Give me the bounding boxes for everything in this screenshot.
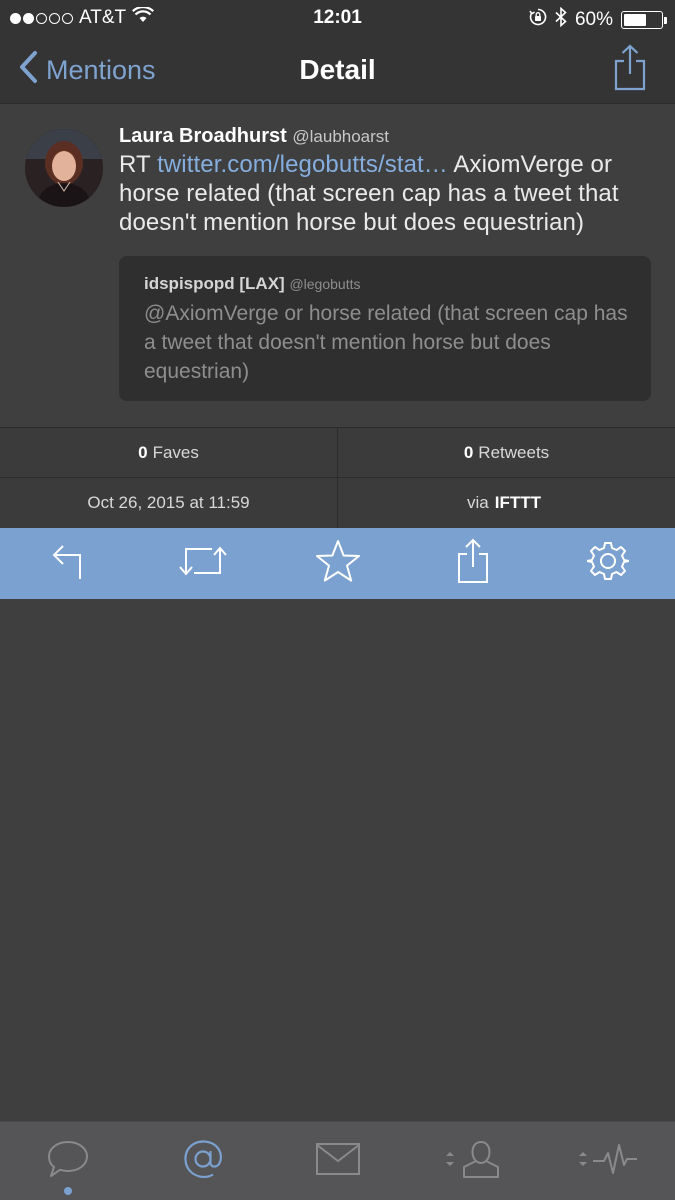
sort-arrows-icon — [578, 1150, 588, 1173]
quoted-author-handle: @legobutts — [289, 276, 361, 292]
tweet-action-bar — [0, 528, 675, 599]
chevron-left-icon — [18, 50, 38, 91]
tab-mentions[interactable] — [153, 1122, 253, 1200]
faves-number: 0 — [138, 442, 148, 462]
retweets-label: Retweets — [478, 442, 550, 462]
settings-button[interactable] — [568, 534, 648, 594]
bluetooth-icon — [555, 6, 567, 33]
speech-bubble-icon — [46, 1139, 90, 1184]
navigation-bar: Mentions Detail — [0, 36, 675, 104]
reply-icon — [50, 541, 86, 586]
tweet-source[interactable]: via IFTTT — [337, 478, 675, 528]
tab-messages[interactable] — [288, 1122, 388, 1200]
meta-row: Oct 26, 2015 at 11:59 via IFTTT — [0, 477, 675, 528]
tab-activity[interactable] — [558, 1122, 658, 1200]
active-tab-indicator — [63, 1186, 72, 1195]
tweet-text-prefix: RT — [119, 151, 158, 178]
share-button[interactable] — [613, 44, 647, 97]
gear-icon — [585, 540, 630, 587]
header: AT&T 12:01 60% Mentions Detail — [0, 0, 675, 104]
tweet-detail: Laura Broadhurst @laubhoarst RT twitter.… — [0, 105, 675, 427]
tweet-text: RT twitter.com/legobutts/stat… AxiomVerg… — [119, 150, 659, 237]
retweets-count[interactable]: 0 Retweets — [337, 428, 675, 477]
tab-profile[interactable] — [423, 1122, 523, 1200]
tweet-date: Oct 26, 2015 at 11:59 — [87, 493, 250, 512]
tab-bar — [0, 1121, 675, 1200]
via-label: via — [467, 493, 489, 512]
faves-label: Faves — [152, 442, 199, 462]
person-icon — [461, 1139, 501, 1184]
orientation-lock-icon — [529, 8, 547, 32]
retweets-number: 0 — [463, 442, 474, 462]
status-bar: AT&T 12:01 60% — [0, 0, 675, 36]
reply-button[interactable] — [28, 534, 108, 594]
envelope-icon — [315, 1142, 361, 1181]
author-handle: @laubhoarst — [292, 127, 390, 146]
favorite-button[interactable] — [298, 534, 378, 594]
quoted-tweet[interactable]: idspispopd [LAX] @legobutts @AxiomVerge … — [119, 256, 651, 401]
battery-level — [624, 14, 646, 26]
battery-percent: 60% — [574, 9, 613, 30]
at-sign-icon — [182, 1138, 224, 1185]
faves-count[interactable]: 0 Faves — [0, 428, 337, 477]
status-right: 60% — [529, 6, 667, 33]
source-name: IFTTT — [494, 493, 541, 512]
tweet-link[interactable]: twitter.com/legobutts/stat… — [157, 151, 448, 178]
author-name: Laura Broadhurst — [119, 125, 287, 147]
quoted-author-name: idspispopd [LAX] — [144, 274, 285, 293]
tab-timeline[interactable] — [18, 1122, 118, 1200]
retweet-button[interactable] — [163, 534, 243, 594]
share-tweet-button[interactable] — [433, 534, 513, 594]
back-label: Mentions — [46, 55, 156, 85]
share-icon — [456, 538, 490, 589]
activity-icon — [592, 1141, 638, 1182]
tweet-author[interactable]: Laura Broadhurst @laubhoarst — [119, 125, 389, 148]
avatar[interactable] — [25, 129, 103, 207]
retweet-icon — [178, 543, 228, 584]
share-icon — [613, 44, 647, 96]
quoted-tweet-text: @AxiomVerge or horse related (that scree… — [144, 302, 628, 383]
back-button[interactable]: Mentions — [18, 50, 156, 91]
quoted-tweet-author: idspispopd [LAX] @legobutts — [144, 274, 361, 294]
sort-arrows-icon — [445, 1150, 455, 1173]
counts-row: 0 Faves 0 Retweets — [0, 427, 675, 477]
battery-icon — [621, 11, 667, 29]
star-icon — [315, 539, 361, 588]
